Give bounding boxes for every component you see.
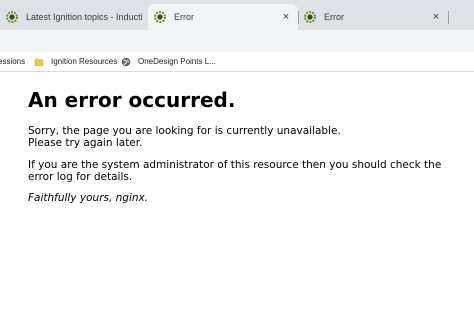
tab-title: Latest Ignition topics - Inductive <box>26 12 142 22</box>
admin-line-2: error log for details. <box>28 171 133 183</box>
folder-icon <box>34 57 44 67</box>
browser-toolbar <box>0 30 474 52</box>
admin-line-1: If you are the system administrator of t… <box>28 159 442 171</box>
tab-error-active[interactable]: Error × <box>148 4 298 30</box>
ignition-gear-icon <box>154 11 166 23</box>
close-icon[interactable]: × <box>430 11 442 23</box>
bookmark-onedesign-points[interactable]: OneDesign Points L... <box>121 52 216 71</box>
signature: Faithfully yours, nginx. <box>28 192 149 204</box>
tab-strip: Latest Ignition topics - Inductive Error… <box>0 0 474 30</box>
tab-divider <box>448 11 449 24</box>
browser-window: Latest Ignition topics - Inductive Error… <box>0 0 474 317</box>
bookmark-label: essions <box>0 57 26 66</box>
tab-latest-ignition-topics[interactable]: Latest Ignition topics - Inductive <box>0 4 148 30</box>
globe-icon <box>121 57 131 67</box>
bookmark-sessions[interactable]: essions <box>0 52 25 71</box>
tab-title: Error <box>174 12 194 22</box>
error-line-1: Sorry, the page you are looking for is c… <box>28 125 341 137</box>
ignition-gear-icon <box>6 11 18 23</box>
bookmarks-bar: essions Ignition Resources OneDesign Poi… <box>0 52 474 72</box>
bookmark-ignition-resources[interactable]: Ignition Resources <box>34 52 117 71</box>
bookmark-label: OneDesign Points L... <box>138 57 216 66</box>
close-icon[interactable]: × <box>280 11 292 23</box>
page-title: An error occurred. <box>28 88 236 112</box>
error-line-2: Please try again later. <box>28 137 143 149</box>
bookmark-label: Ignition Resources <box>51 57 118 66</box>
error-message: Sorry, the page you are looking for is c… <box>28 125 448 149</box>
tab-title: Error <box>324 12 344 22</box>
page-content: An error occurred. Sorry, the page you a… <box>28 88 458 204</box>
ignition-gear-icon <box>304 11 316 23</box>
tab-error[interactable]: Error × <box>298 4 448 30</box>
admin-message: If you are the system administrator of t… <box>28 159 448 183</box>
